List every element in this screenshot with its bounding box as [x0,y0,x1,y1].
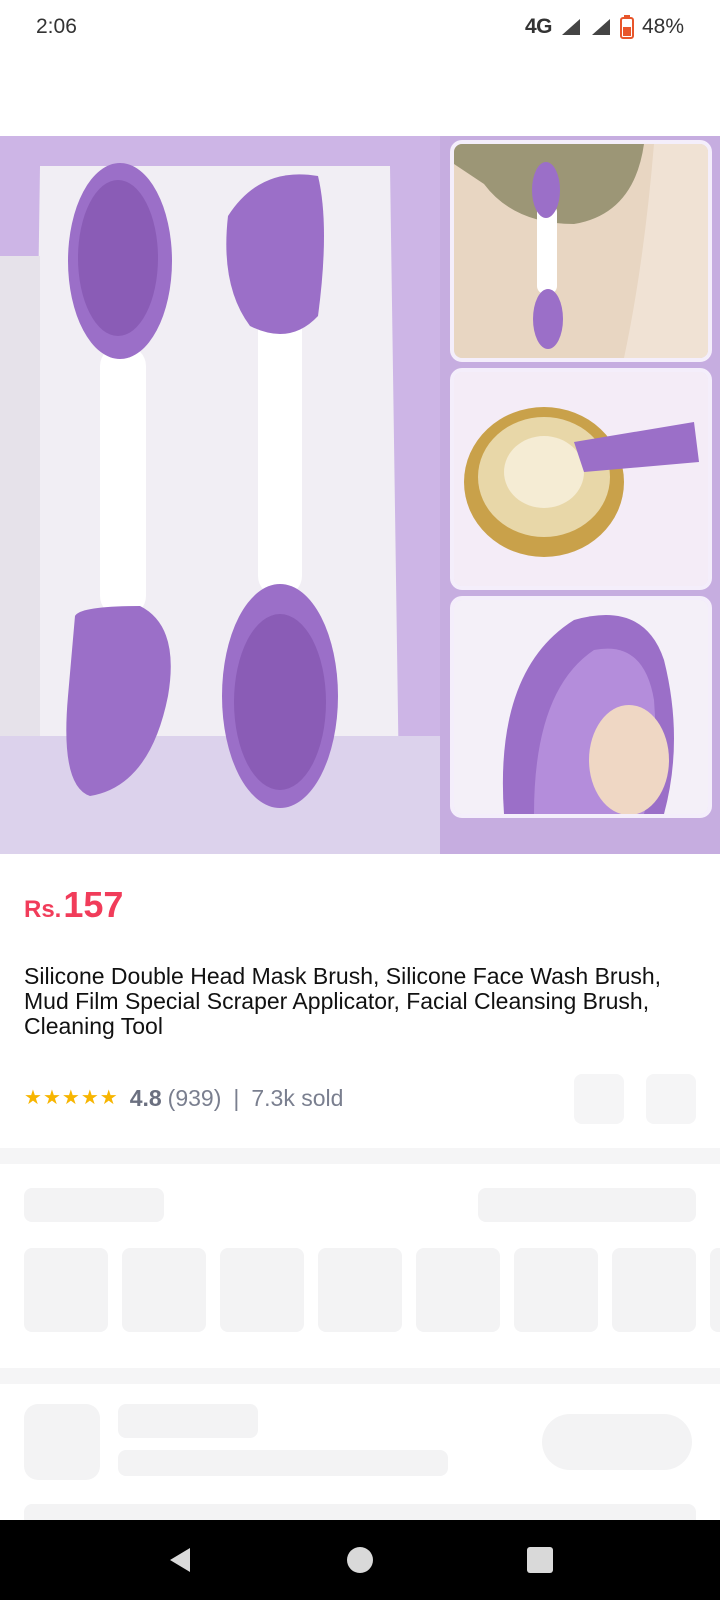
recents-button[interactable] [520,1540,560,1580]
skeleton-variant [24,1248,108,1332]
section-divider [0,1148,720,1164]
face-mask-photo [454,144,708,358]
back-icon [170,1548,190,1572]
star-icon: ★ [61,1087,80,1109]
product-price: Rs. 157 [24,884,123,926]
back-button[interactable] [160,1540,200,1580]
price-currency: Rs. [24,896,62,923]
skeleton-variant [416,1248,500,1332]
battery-icon [619,15,634,39]
thumbnail-bristles [450,596,712,818]
skeleton-label [24,1188,164,1222]
skeleton-variant [710,1248,720,1332]
wishlist-button-placeholder[interactable] [646,1074,696,1124]
rating-value: 4.8 [129,1084,162,1111]
skeleton-button [542,1414,692,1470]
status-bar: 2:06 4G 48% [0,0,720,54]
product-image[interactable] [0,136,720,854]
skeleton-line [118,1404,258,1438]
star-half-icon: ★ [99,1087,118,1109]
separator: | [233,1084,240,1111]
star-icon: ★ [80,1087,99,1109]
skeleton-label [478,1188,696,1222]
home-button[interactable] [340,1540,380,1580]
skeleton-variant [612,1248,696,1332]
home-icon [347,1547,373,1573]
battery-percent: 48% [641,15,684,38]
signal-icon [591,19,610,35]
price-amount: 157 [63,884,124,925]
signal-icon [561,19,580,35]
bristles-photo [454,600,708,814]
skeleton-variant [318,1248,402,1332]
review-count: (939) [167,1084,222,1111]
thumbnail-face-mask [450,140,712,362]
rating-row[interactable]: ★ ★ ★ ★ ★ 4.8 (939) | 7.3k sold [24,1080,343,1116]
rating-stars: ★ ★ ★ ★ ★ [24,1088,118,1108]
skeleton-line [118,1450,448,1476]
product-thumbnails [450,140,712,818]
section-divider [0,1368,720,1384]
network-type: 4G [524,15,553,38]
status-icons: 4G 48% [525,15,684,39]
skeleton-variant [514,1248,598,1332]
share-button-placeholder[interactable] [574,1074,624,1124]
sold-count: 7.3k sold [251,1084,344,1111]
skeleton-variant [122,1248,206,1332]
cream-jar-photo [454,372,708,586]
star-icon: ★ [24,1087,42,1109]
skeleton-avatar [24,1404,100,1480]
skeleton-block [24,1504,696,1520]
status-time: 2:06 [36,15,77,38]
system-nav-bar [0,1520,720,1600]
star-icon: ★ [42,1087,61,1109]
skeleton-variant [220,1248,304,1332]
product-title: Silicone Double Head Mask Brush, Silicon… [24,963,662,1039]
thumbnail-cream-jar [450,368,712,590]
recents-icon [527,1547,553,1573]
